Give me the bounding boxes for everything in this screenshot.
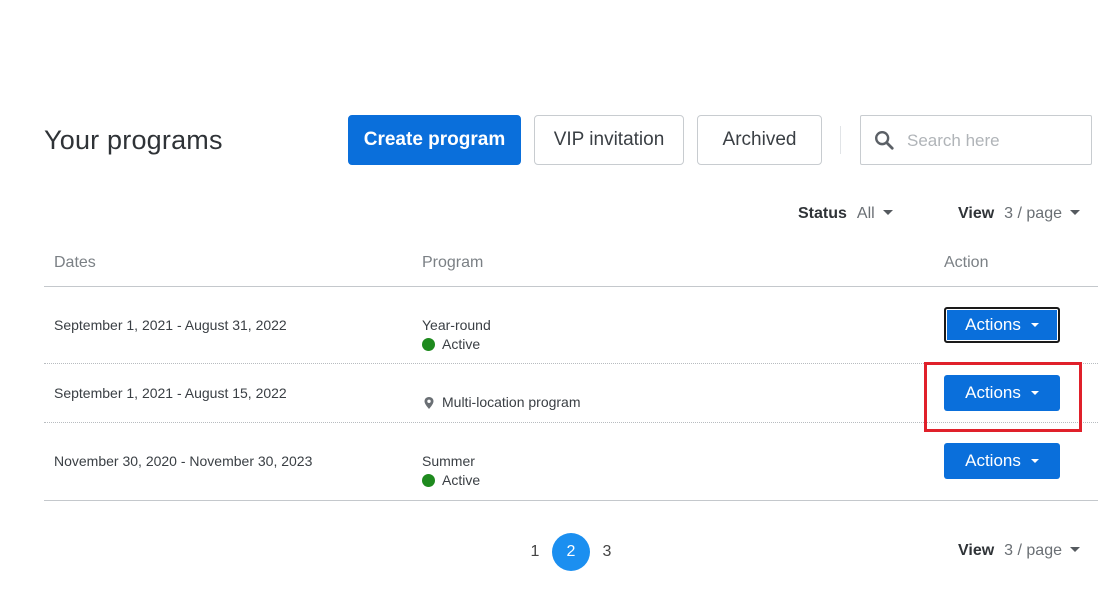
view-per-page-top[interactable]: View 3 / page (958, 203, 1080, 225)
view-value[interactable]: 3 / page (1004, 203, 1062, 225)
status-filter-value[interactable]: All (857, 203, 875, 225)
column-header-action: Action (944, 254, 989, 271)
row-program-name: Summer (422, 453, 475, 469)
archived-button[interactable]: Archived (697, 115, 822, 165)
actions-button[interactable]: Actions (944, 443, 1060, 479)
row-dates: November 30, 2020 - November 30, 2023 (54, 453, 313, 469)
column-header-program: Program (422, 254, 484, 271)
pagination-page-2-current[interactable]: 2 (552, 533, 590, 571)
vip-invitation-button[interactable]: VIP invitation (534, 115, 684, 165)
row-program-location: Multi-location program (422, 393, 581, 412)
caret-down-icon (1030, 323, 1039, 327)
status-text: Active (442, 472, 481, 488)
pagination-page-3[interactable]: 3 (588, 533, 626, 571)
view-per-page-bottom[interactable]: View 3 / page (958, 540, 1080, 562)
status-filter[interactable]: Status All (798, 203, 893, 225)
row-dates: September 1, 2021 - August 15, 2022 (54, 385, 287, 401)
table-header-divider (44, 286, 1098, 287)
chevron-down-icon[interactable] (1070, 209, 1080, 215)
highlight-annotation (924, 362, 1082, 432)
row-dates: September 1, 2021 - August 31, 2022 (54, 317, 287, 333)
status-filter-label: Status (798, 205, 847, 222)
table-bottom-divider (44, 500, 1098, 501)
status-text: Active (442, 336, 481, 352)
programs-page: Your programs Create program VIP invitat… (0, 0, 1119, 591)
status-dot-icon (422, 338, 435, 351)
create-program-button[interactable]: Create program (348, 115, 521, 165)
caret-down-icon (1030, 459, 1039, 463)
status-dot-icon (422, 474, 435, 487)
pagination-page-1[interactable]: 1 (516, 533, 554, 571)
search-box[interactable] (860, 115, 1092, 165)
row-program-name: Year-round (422, 317, 491, 333)
view-label: View (958, 542, 995, 559)
search-icon (875, 131, 894, 150)
header-divider (840, 126, 841, 154)
page-title: Your programs (44, 125, 223, 155)
view-value[interactable]: 3 / page (1004, 540, 1062, 562)
column-header-dates: Dates (54, 254, 96, 271)
location-pin-icon (424, 396, 434, 409)
view-label: View (958, 205, 995, 222)
status-badge: Active (422, 335, 480, 354)
status-badge: Active (422, 471, 480, 490)
chevron-down-icon[interactable] (882, 209, 893, 215)
row-program-name: Multi-location program (442, 394, 581, 410)
actions-button[interactable]: Actions (944, 307, 1060, 343)
actions-button-label: Actions (965, 451, 1021, 470)
search-input[interactable] (905, 126, 1089, 156)
chevron-down-icon[interactable] (1070, 546, 1080, 552)
actions-button-label: Actions (965, 315, 1021, 334)
